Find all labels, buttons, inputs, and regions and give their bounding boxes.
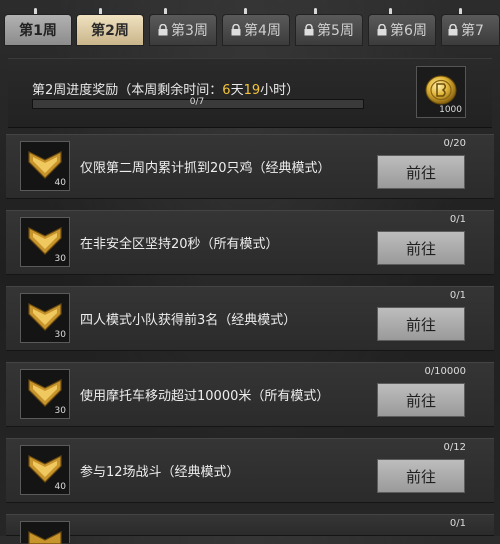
progress-count: 0/7 bbox=[189, 97, 205, 107]
tab-week-1[interactable]: 第1周 bbox=[4, 14, 72, 46]
tab-label: 第1周 bbox=[19, 23, 57, 39]
task-badge: 30 bbox=[20, 293, 70, 343]
progress-title: 第2周进度奖励（本周剩余时间：6天19小时） bbox=[32, 79, 299, 98]
task-level: 30 bbox=[54, 406, 66, 416]
task-level: 30 bbox=[54, 330, 66, 340]
task-description: 在非安全区坚持20秒（所有模式） bbox=[80, 237, 279, 252]
task-description: 使用摩托车移动超过10000米（所有模式） bbox=[80, 389, 330, 404]
go-button[interactable]: 前往 bbox=[377, 383, 465, 417]
lock-icon bbox=[377, 24, 387, 36]
tab-label: 第5周 bbox=[317, 23, 354, 39]
task-badge bbox=[20, 521, 70, 544]
task-count: 0/1 bbox=[449, 518, 466, 529]
lock-icon bbox=[448, 24, 458, 36]
task-row: 40 仅限第二周内累计抓到20只鸡（经典模式） 0/20 前往 bbox=[6, 134, 494, 199]
task-description: 参与12场战斗（经典模式） bbox=[80, 465, 240, 480]
task-row: 0/1 bbox=[6, 514, 494, 544]
task-badge: 30 bbox=[20, 369, 70, 419]
go-button[interactable]: 前往 bbox=[377, 459, 465, 493]
lock-icon bbox=[231, 24, 241, 36]
rank-chevron-icon bbox=[28, 379, 62, 407]
go-button[interactable]: 前往 bbox=[377, 231, 465, 265]
lock-icon bbox=[304, 24, 314, 36]
task-description: 仅限第二周内累计抓到20只鸡（经典模式） bbox=[80, 161, 331, 176]
task-row: 30 使用摩托车移动超过10000米（所有模式） 0/10000 前往 bbox=[6, 362, 494, 427]
task-level: 40 bbox=[54, 178, 66, 188]
rank-chevron-icon bbox=[28, 227, 62, 255]
task-count: 0/10000 bbox=[424, 366, 466, 377]
task-badge: 40 bbox=[20, 141, 70, 191]
tab-label: 第4周 bbox=[244, 23, 281, 39]
coin-icon bbox=[425, 75, 457, 105]
rank-chevron-icon bbox=[28, 531, 62, 544]
days-unit: 天 bbox=[230, 83, 244, 98]
weekly-progress-panel: 第2周进度奖励（本周剩余时间：6天19小时） 0/7 1000 bbox=[8, 58, 492, 128]
hours-unit: 小时） bbox=[260, 83, 300, 98]
tab-week-3[interactable]: 第3周 bbox=[149, 14, 217, 46]
task-badge: 40 bbox=[20, 445, 70, 495]
tab-label: 第3周 bbox=[171, 23, 208, 39]
task-badge: 30 bbox=[20, 217, 70, 267]
task-level: 40 bbox=[54, 482, 66, 492]
hours-remaining: 19 bbox=[243, 83, 261, 98]
task-row: 30 四人模式小队获得前3名（经典模式） 0/1 前往 bbox=[6, 286, 494, 351]
tab-week-5[interactable]: 第5周 bbox=[295, 14, 363, 46]
tab-week-6[interactable]: 第6周 bbox=[368, 14, 436, 46]
tab-label: 第6周 bbox=[390, 23, 427, 39]
go-button[interactable]: 前往 bbox=[377, 155, 465, 189]
task-count: 0/1 bbox=[449, 214, 466, 225]
tab-label: 第2周 bbox=[91, 23, 129, 39]
tab-label: 第7 bbox=[461, 23, 484, 39]
lock-icon bbox=[158, 24, 168, 36]
reward-coin[interactable]: 1000 bbox=[416, 66, 466, 118]
rank-chevron-icon bbox=[28, 151, 62, 179]
task-count: 0/1 bbox=[449, 290, 466, 301]
days-remaining: 6 bbox=[222, 83, 231, 98]
rank-chevron-icon bbox=[28, 455, 62, 483]
task-level: 30 bbox=[54, 254, 66, 264]
task-row: 30 在非安全区坚持20秒（所有模式） 0/1 前往 bbox=[6, 210, 494, 275]
task-description: 四人模式小队获得前3名（经典模式） bbox=[80, 313, 297, 328]
tab-week-2[interactable]: 第2周 bbox=[76, 14, 144, 46]
week-tabs: 第1周 第2周 第3周 第4周 第5周 第6周 第7 bbox=[4, 8, 500, 46]
task-count: 0/12 bbox=[443, 442, 466, 453]
tab-week-4[interactable]: 第4周 bbox=[222, 14, 290, 46]
rank-chevron-icon bbox=[28, 303, 62, 331]
title-prefix: 第2周进度奖励（本周剩余时间： bbox=[32, 83, 223, 98]
go-button[interactable]: 前往 bbox=[377, 307, 465, 341]
task-count: 0/20 bbox=[443, 138, 466, 149]
task-row: 40 参与12场战斗（经典模式） 0/12 前往 bbox=[6, 438, 494, 503]
reward-amount: 1000 bbox=[439, 105, 462, 115]
tab-week-7[interactable]: 第7 bbox=[441, 14, 500, 46]
